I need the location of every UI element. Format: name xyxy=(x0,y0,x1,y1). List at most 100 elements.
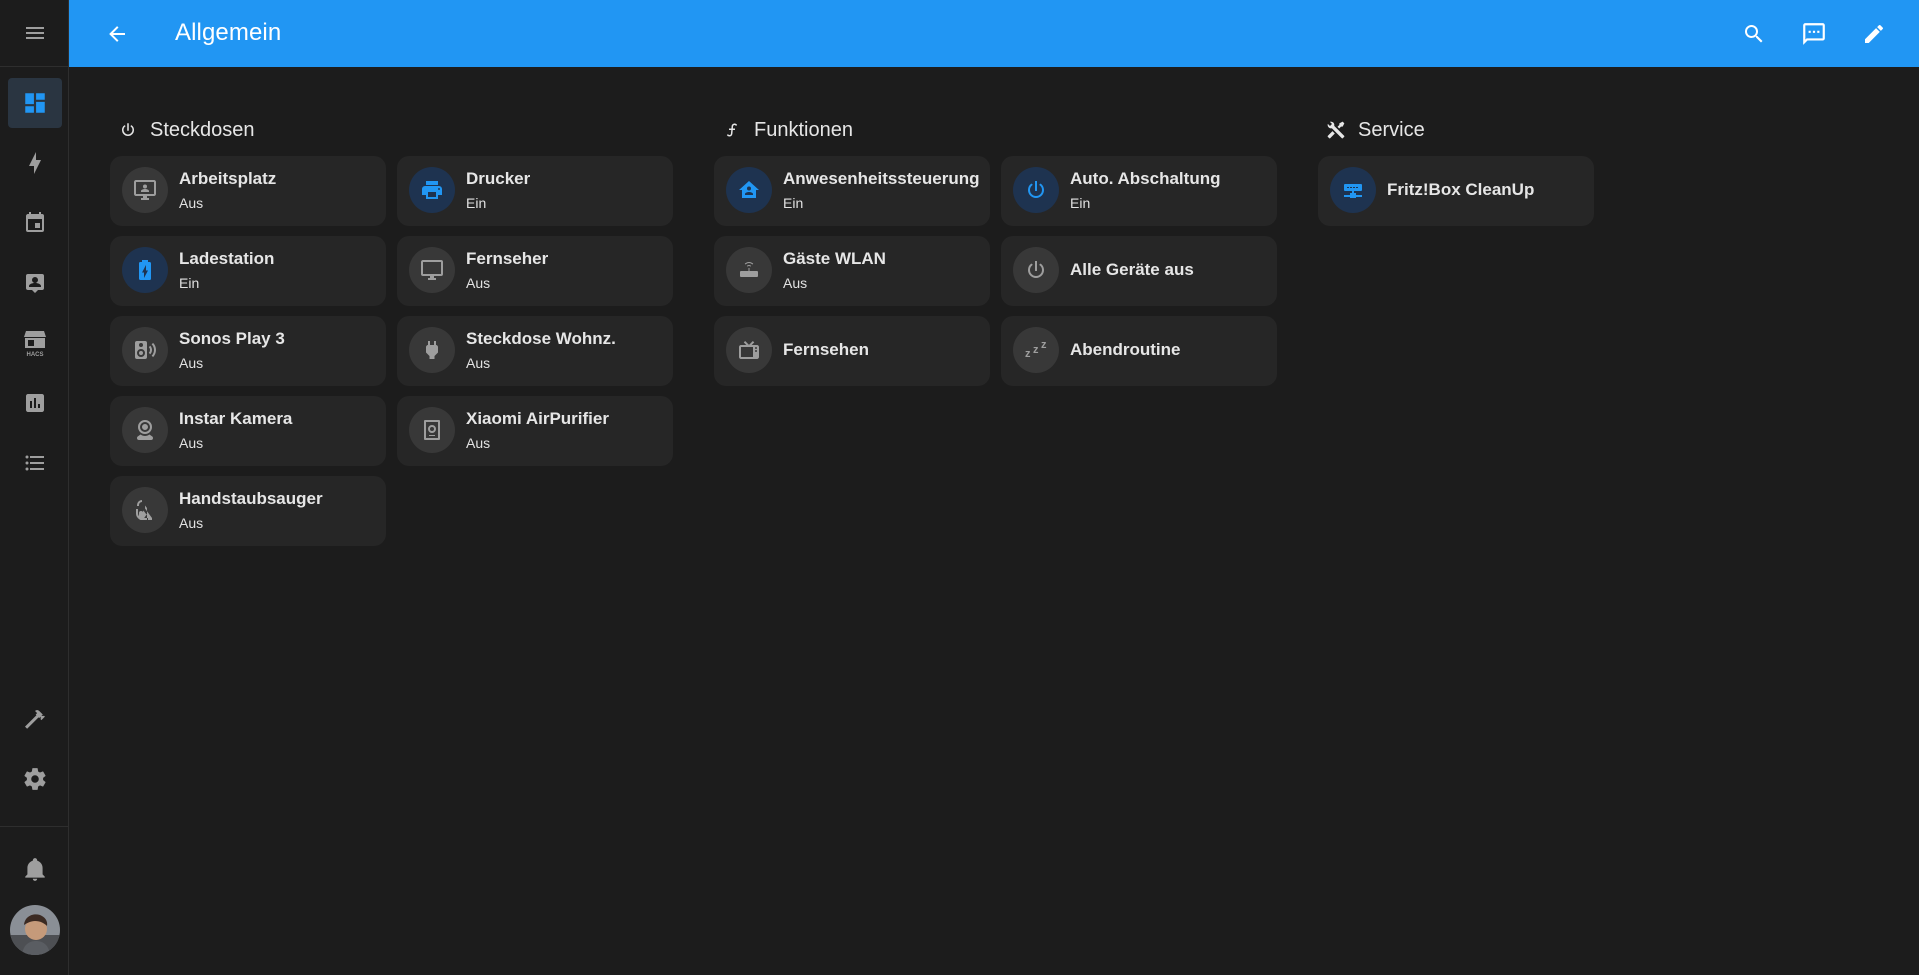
sidebar-item-calendar[interactable] xyxy=(8,198,62,248)
tile-name: Abendroutine xyxy=(1070,340,1181,359)
tile-name: Fernseher xyxy=(466,249,549,268)
tile-anwesenheitssteuerung[interactable]: Anwesenheitssteuerung Ein xyxy=(714,156,990,226)
section-title: Service xyxy=(1358,118,1425,141)
tile-state: Aus xyxy=(179,195,204,211)
power-plug-icon[interactable] xyxy=(409,327,455,373)
tile-handstaubsauger[interactable]: Handstaubsauger Aus xyxy=(110,476,386,546)
search-button[interactable] xyxy=(1736,16,1772,52)
tile-name: Xiaomi AirPurifier xyxy=(466,409,609,428)
tile-state: Aus xyxy=(466,275,491,291)
menu-button[interactable] xyxy=(0,0,69,67)
sidebar: HACS xyxy=(0,0,69,975)
tile-xiaomi-airpurifier[interactable]: Xiaomi AirPurifier Aus xyxy=(397,396,673,466)
tools-icon xyxy=(1326,120,1346,140)
tile-auto-abschaltung[interactable]: Auto. Abschaltung Ein xyxy=(1001,156,1277,226)
tile-fernsehen[interactable]: Fernsehen xyxy=(714,316,990,386)
tile-name: Arbeitsplatz xyxy=(179,169,277,188)
power-icon[interactable] xyxy=(1013,167,1059,213)
speaker-wireless-icon[interactable] xyxy=(122,327,168,373)
sidebar-item-logbook[interactable] xyxy=(8,438,62,488)
tile-grid: Fritz!Box CleanUp xyxy=(1318,156,1598,236)
svg-text:z: z xyxy=(1025,348,1031,360)
power-icon xyxy=(118,120,138,140)
section-title: Funktionen xyxy=(754,118,853,141)
tile-name: Auto. Abschaltung xyxy=(1070,169,1221,188)
tile-grid: Anwesenheitssteuerung Ein Auto. Abschalt… xyxy=(714,156,1280,396)
menu-icon xyxy=(23,21,47,45)
tile-state: Ein xyxy=(466,195,487,211)
sidebar-item-notifications[interactable] xyxy=(8,844,62,894)
power-icon[interactable] xyxy=(1013,247,1059,293)
tile-name: Fernsehen xyxy=(783,340,869,359)
monitor-icon[interactable] xyxy=(409,247,455,293)
svg-text:z: z xyxy=(1033,344,1039,356)
monitor-account-icon[interactable] xyxy=(122,167,168,213)
comment-processing-icon xyxy=(1801,21,1827,47)
home-account-icon[interactable] xyxy=(726,167,772,213)
sidebar-item-developer-tools[interactable] xyxy=(8,694,62,744)
tile-instar-kamera[interactable]: Instar Kamera Aus xyxy=(110,396,386,466)
tile-name: Alle Geräte aus xyxy=(1070,260,1194,279)
bell-icon xyxy=(22,856,48,882)
edit-dashboard-button[interactable] xyxy=(1856,16,1892,52)
hammer-icon xyxy=(23,707,47,731)
sidebar-item-dashboard[interactable] xyxy=(8,78,62,128)
air-purifier-icon[interactable] xyxy=(409,407,455,453)
sidebar-item-history[interactable] xyxy=(8,378,62,428)
tile-sonos-play-3[interactable]: Sonos Play 3 Aus xyxy=(110,316,386,386)
tile-state: Aus xyxy=(179,435,204,451)
tile-ladestation[interactable]: Ladestation Ein xyxy=(110,236,386,306)
section-header: Service xyxy=(1318,112,1598,148)
sidebar-item-energy[interactable] xyxy=(8,138,62,188)
assist-button[interactable] xyxy=(1796,16,1832,52)
tile-name: Gäste WLAN xyxy=(783,249,886,268)
page-title: Allgemein xyxy=(175,19,282,46)
person-card-icon xyxy=(23,271,47,295)
sidebar-item-settings[interactable] xyxy=(8,754,62,804)
lan-icon[interactable] xyxy=(1330,167,1376,213)
tile-name: Handstaubsauger xyxy=(179,489,323,508)
battery-charging-icon[interactable] xyxy=(122,247,168,293)
tile-grid: Arbeitsplatz Aus Drucker Ein Ladestation… xyxy=(110,156,676,556)
tile-state: Aus xyxy=(783,275,808,291)
tile-name: Instar Kamera xyxy=(179,409,293,428)
printer-icon[interactable] xyxy=(409,167,455,213)
tile-state: Ein xyxy=(1070,195,1091,211)
energy-icon xyxy=(23,151,47,175)
tile-alle-geraete-aus[interactable]: Alle Geräte aus xyxy=(1001,236,1277,306)
tile-state: Aus xyxy=(179,355,204,371)
function-icon xyxy=(722,120,742,140)
tile-name: Drucker xyxy=(466,169,531,188)
gear-icon xyxy=(22,766,48,792)
pencil-icon xyxy=(1862,22,1886,46)
calendar-icon xyxy=(23,211,47,235)
tile-state: Aus xyxy=(466,355,491,371)
tile-name: Sonos Play 3 xyxy=(179,329,285,348)
section-header: Funktionen xyxy=(714,112,1280,148)
section-funktionen: Funktionen Anwesenheitssteuerung Ein Aut… xyxy=(714,112,1280,396)
tile-drucker[interactable]: Drucker Ein xyxy=(397,156,673,226)
television-classic-icon[interactable] xyxy=(726,327,772,373)
tile-arbeitsplatz[interactable]: Arbeitsplatz Aus xyxy=(110,156,386,226)
chart-icon xyxy=(23,391,47,415)
tile-steckdose-wohnz[interactable]: Steckdose Wohnz. Aus xyxy=(397,316,673,386)
search-icon xyxy=(1742,22,1766,46)
tile-name: Fritz!Box CleanUp xyxy=(1387,180,1535,199)
sidebar-item-people[interactable] xyxy=(8,258,62,308)
back-button[interactable] xyxy=(101,18,133,50)
router-wireless-icon[interactable] xyxy=(726,247,772,293)
section-title: Steckdosen xyxy=(150,118,255,141)
vacuum-icon[interactable] xyxy=(122,487,168,533)
section-header: Steckdosen xyxy=(110,112,676,148)
tile-gaeste-wlan[interactable]: Gäste WLAN Aus xyxy=(714,236,990,306)
tile-abendroutine[interactable]: z z z Abendroutine xyxy=(1001,316,1277,386)
tile-name: Ladestation xyxy=(179,249,275,268)
dashboard-icon xyxy=(22,90,48,116)
tile-fernseher[interactable]: Fernseher Aus xyxy=(397,236,673,306)
sidebar-item-hacs[interactable]: HACS xyxy=(8,318,62,368)
sleep-icon[interactable]: z z z xyxy=(1013,327,1059,373)
tile-fritzbox-cleanup[interactable]: Fritz!Box CleanUp xyxy=(1318,156,1594,226)
tile-name: Anwesenheitssteuerung xyxy=(783,169,980,188)
avatar[interactable] xyxy=(10,905,60,955)
webcam-icon[interactable] xyxy=(122,407,168,453)
